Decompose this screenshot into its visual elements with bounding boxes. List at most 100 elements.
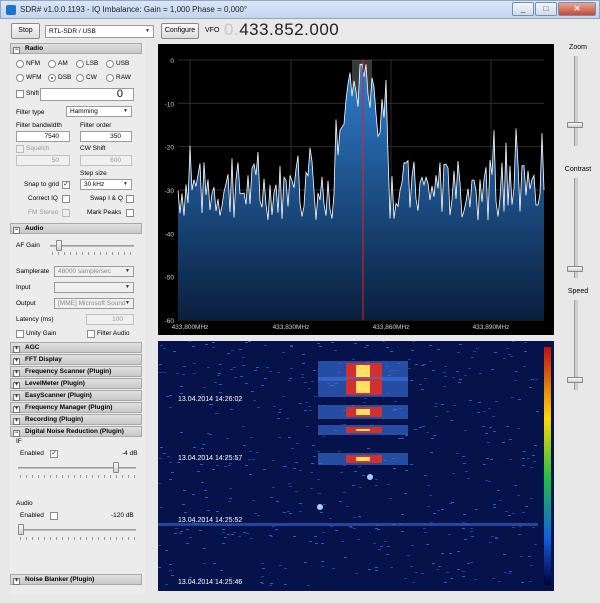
filter-bandwidth-input[interactable]: 7540: [16, 131, 70, 142]
samplerate-value: 48000 sample/sec: [58, 268, 111, 275]
noise-speck: [266, 367, 269, 368]
noise-speck: [290, 345, 293, 346]
noise-speck: [257, 515, 260, 516]
db-label: 0: [170, 58, 174, 65]
noise-speck: [470, 531, 473, 532]
noise-speck: [216, 413, 219, 414]
recording-section-header[interactable]: + Recording (Plugin): [10, 414, 142, 425]
agc-section-header[interactable]: + AGC: [10, 342, 142, 353]
noise-speck: [203, 387, 206, 388]
dnr-section-header[interactable]: − Digital Noise Reduction (Plugin): [10, 426, 142, 437]
samplerate-select[interactable]: 48000 sample/sec ▼: [54, 266, 134, 277]
levelmeter-section-header[interactable]: + LevelMeter (Plugin): [10, 378, 142, 389]
speed-slider[interactable]: [567, 377, 583, 383]
mode-lsb-radio[interactable]: [76, 60, 84, 68]
filter-type-select[interactable]: Hamming ▼: [66, 106, 132, 117]
noise-speck: [486, 458, 489, 459]
mark-peaks-checkbox[interactable]: [126, 209, 134, 217]
spectrum-plot[interactable]: 0-10-20-30-40-50-60433,800MHz 433,830MHz 4…: [158, 44, 554, 335]
latency-input[interactable]: 100: [86, 314, 134, 325]
af-gain-slider[interactable]: [56, 240, 62, 251]
noise-speck: [462, 522, 465, 523]
audio-section-header[interactable]: − Audio: [10, 223, 142, 234]
zoom-track[interactable]: [574, 56, 578, 146]
noise-speck: [429, 495, 432, 496]
configure-button[interactable]: Configure: [161, 23, 199, 39]
noise-speck: [419, 427, 422, 428]
spectrum-analyzer[interactable]: 0 -10 -20 -30 -40 -50 -60 433,800MHz 433,830MHz 4…: [158, 44, 554, 335]
title-bar: SDR# v1.0.0.1193 - IQ Imbalance: Gain = …: [0, 0, 600, 19]
waterfall-plot[interactable]: 13.04.2014 14:26:02 13.04.2014 14:25:57 13…: [158, 341, 554, 591]
shift-checkbox[interactable]: [16, 90, 24, 98]
squelch-checkbox[interactable]: [16, 145, 24, 153]
fft-display-section-header[interactable]: + FFT Display: [10, 354, 142, 365]
noise-speck: [169, 570, 172, 571]
filter-order-input[interactable]: 350: [80, 131, 132, 142]
frequency-manager-section-header[interactable]: + Frequency Manager (Plugin): [10, 402, 142, 413]
noise-speck: [286, 418, 289, 419]
noise-speck: [415, 572, 418, 573]
noise-speck: [411, 350, 414, 351]
easyscanner-section-header[interactable]: + EasyScanner (Plugin): [10, 390, 142, 401]
noise-speck: [476, 348, 479, 349]
zoom-slider[interactable]: [567, 122, 583, 128]
noise-speck: [341, 541, 344, 542]
cw-shift-input[interactable]: 600: [80, 155, 132, 166]
noise-speck: [393, 468, 396, 469]
contrast-track[interactable]: [574, 178, 578, 278]
mode-cw-radio[interactable]: [76, 74, 84, 82]
frequency-scanner-section-header[interactable]: + Frequency Scanner (Plugin): [10, 366, 142, 377]
latency-label: Latency (ms): [16, 316, 54, 323]
noise-speck: [218, 373, 221, 374]
dnr-audio-enabled-checkbox[interactable]: [50, 512, 58, 520]
mode-am-radio[interactable]: [48, 60, 56, 68]
dnr-if-enabled-checkbox[interactable]: ✓: [50, 450, 58, 458]
vfo-frequency[interactable]: 0.433.852.000: [224, 20, 339, 40]
noise-speck: [354, 343, 357, 344]
maximize-button[interactable]: □: [535, 2, 557, 16]
noise-speck: [227, 353, 230, 354]
noise-speck: [511, 397, 514, 398]
mode-usb-radio[interactable]: [106, 60, 114, 68]
shift-input[interactable]: 0: [40, 88, 134, 101]
filter-audio-checkbox[interactable]: [87, 330, 95, 338]
mode-nfm-radio[interactable]: [16, 60, 24, 68]
dnr-audio-track[interactable]: [18, 529, 136, 531]
noise-speck: [176, 373, 179, 374]
db-label: -50: [165, 275, 175, 282]
mode-raw-radio[interactable]: [106, 74, 114, 82]
fm-stereo-checkbox[interactable]: [62, 209, 70, 217]
noise-speck: [492, 416, 495, 417]
dnr-audio-slider[interactable]: [18, 524, 24, 535]
expand-icon: +: [13, 358, 20, 365]
noise-speck: [363, 402, 366, 403]
noise-speck: [489, 427, 492, 428]
correct-iq-checkbox[interactable]: [62, 195, 70, 203]
squelch-input[interactable]: 50: [16, 155, 70, 166]
mode-dsb-radio[interactable]: [48, 74, 56, 82]
radio-section-header[interactable]: − Radio: [10, 43, 142, 54]
dnr-if-slider[interactable]: [113, 462, 120, 473]
noise-speck: [318, 493, 321, 494]
source-select[interactable]: RTL-SDR / USB ▼: [45, 25, 154, 38]
input-select[interactable]: ▼: [54, 282, 134, 293]
vfo-label: VFO: [205, 27, 220, 34]
noise-blanker-section-header[interactable]: + Noise Blanker (Plugin): [10, 574, 142, 585]
af-gain-track[interactable]: [50, 245, 134, 247]
mode-wfm-radio[interactable]: [16, 74, 24, 82]
noise-speck: [229, 577, 232, 578]
noise-speck: [353, 528, 356, 529]
swap-iq-checkbox[interactable]: [126, 195, 134, 203]
output-select[interactable]: [MME] Microsoft Sound ▼: [54, 298, 134, 309]
minimize-button[interactable]: _: [512, 2, 534, 16]
stop-button[interactable]: Stop: [11, 23, 40, 39]
noise-speck: [490, 459, 493, 460]
waterfall-display[interactable]: 13.04.2014 14:26:02 13.04.2014 14:25:57 13…: [158, 341, 554, 591]
unity-gain-checkbox[interactable]: [16, 330, 24, 338]
snap-to-grid-checkbox[interactable]: ✓: [62, 181, 70, 189]
contrast-slider[interactable]: [567, 266, 583, 272]
step-size-select[interactable]: 30 kHz ▼: [80, 179, 132, 190]
noise-speck: [249, 451, 252, 452]
close-button[interactable]: ✕: [558, 2, 596, 16]
noise-speck: [473, 351, 476, 352]
